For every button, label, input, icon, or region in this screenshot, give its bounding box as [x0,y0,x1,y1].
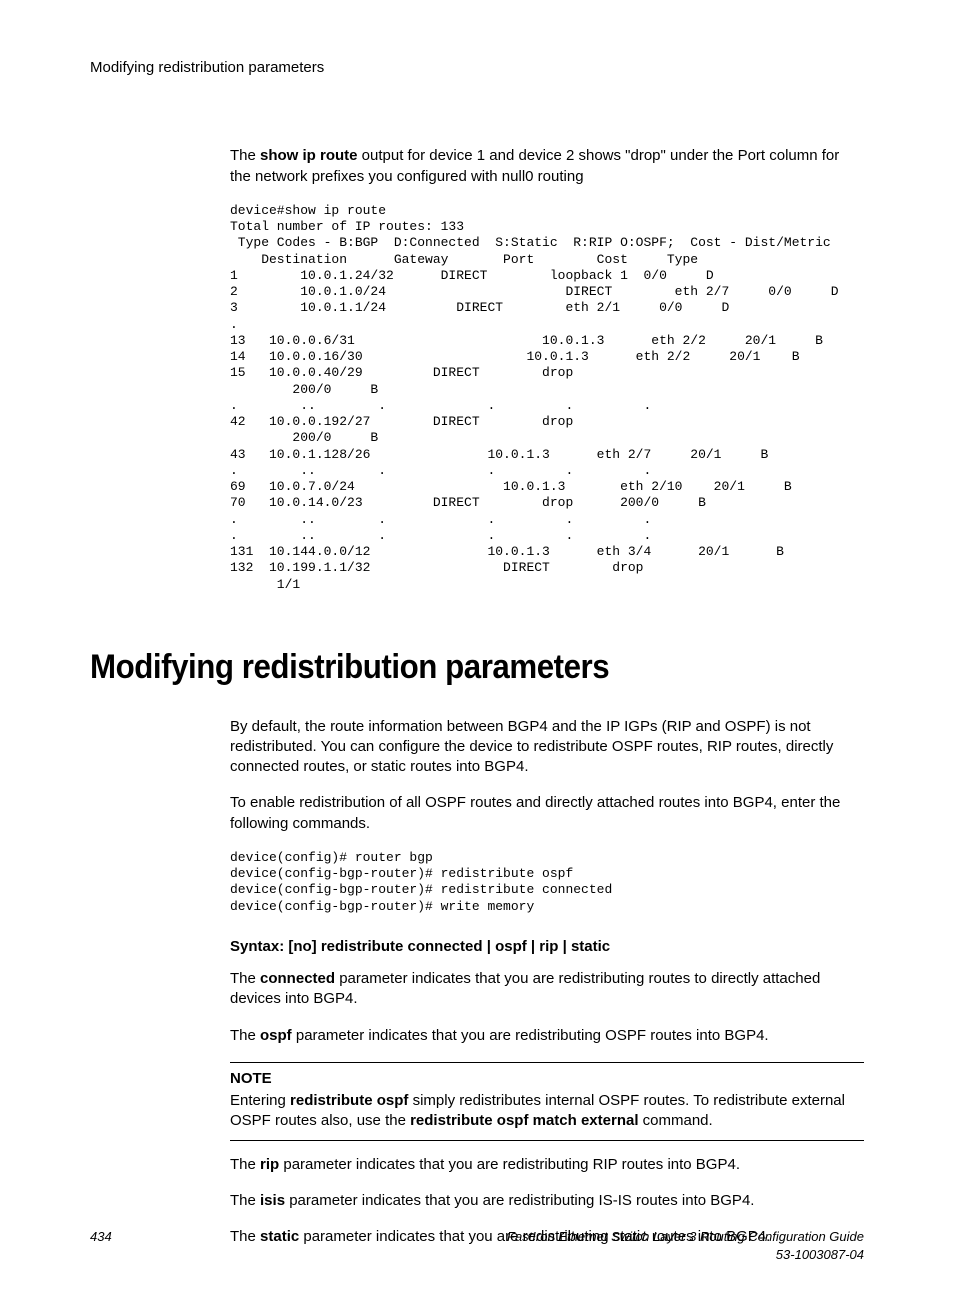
text: parameter indicates that you are redistr… [279,1156,740,1173]
note-block: NOTE Entering redistribute ospf simply r… [230,1062,864,1141]
page: Modifying redistribution parameters The … [0,0,954,1303]
paragraph: By default, the route information betwee… [230,717,864,778]
running-header: Modifying redistribution parameters [90,58,864,78]
command-name: redistribute ospf match external [410,1112,638,1129]
note-title: NOTE [230,1069,864,1089]
body-column-2: By default, the route information betwee… [230,717,864,1248]
keyword: connected [260,970,335,987]
text: command. [639,1112,713,1129]
text: The [230,970,260,987]
footer-right: FastIron Ethernet Switch Layer 3 Routing… [507,1228,864,1263]
text: Entering [230,1092,290,1109]
code-block-config: device(config)# router bgp device(config… [230,850,864,915]
note-body: Entering redistribute ospf simply redist… [230,1091,864,1132]
text: The [230,147,260,164]
section-heading: Modifying redistribution parameters [90,645,802,691]
page-number: 434 [90,1228,112,1263]
syntax-line: Syntax: [no] redistribute connected | os… [230,937,864,957]
text: The [230,1027,260,1044]
paragraph: The isis parameter indicates that you ar… [230,1191,864,1211]
paragraph: To enable redistribution of all OSPF rou… [230,793,864,834]
text: parameter indicates that you are redistr… [285,1192,754,1209]
paragraph: The rip parameter indicates that you are… [230,1155,864,1175]
text: parameter indicates that you are redistr… [292,1027,769,1044]
doc-number: 53-1003087-04 [507,1246,864,1264]
text: The [230,1192,260,1209]
keyword: rip [260,1156,279,1173]
paragraph: The connected parameter indicates that y… [230,969,864,1010]
keyword: ospf [260,1027,292,1044]
code-block-show-ip-route: device#show ip route Total number of IP … [230,203,864,593]
intro-paragraph: The show ip route output for device 1 an… [230,146,864,187]
doc-title: FastIron Ethernet Switch Layer 3 Routing… [507,1228,864,1246]
page-footer: 434 FastIron Ethernet Switch Layer 3 Rou… [90,1228,864,1263]
command-name: show ip route [260,147,358,164]
keyword: isis [260,1192,285,1209]
text: The [230,1156,260,1173]
body-column: The show ip route output for device 1 an… [230,146,864,593]
command-name: redistribute ospf [290,1092,408,1109]
paragraph: The ospf parameter indicates that you ar… [230,1026,864,1046]
